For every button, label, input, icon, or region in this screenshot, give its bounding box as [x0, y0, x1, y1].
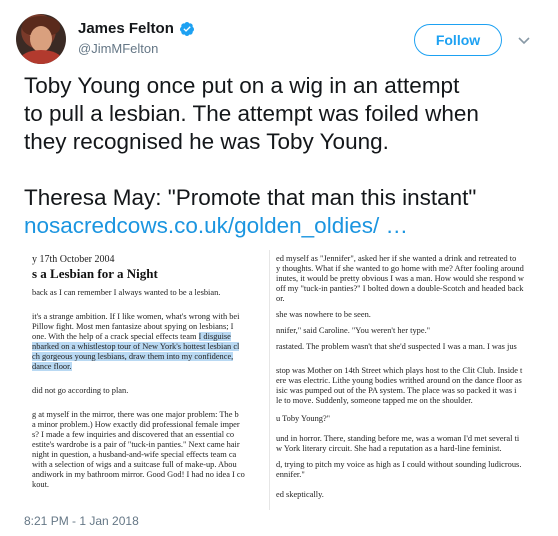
article-line: it's a strange ambition. If I like women…	[32, 312, 240, 321]
article-line: off my "tuck-in panties?" I bolted down …	[276, 284, 524, 293]
article-line: nbarked on a whistlestop tour of New Yor…	[32, 342, 240, 351]
article-line: she was nowhere to be seen.	[276, 310, 371, 319]
article-line: ed myself as "Jennifer", asked her if sh…	[276, 254, 517, 263]
author-handle[interactable]: @JimMFelton	[78, 41, 195, 56]
article-line: night in question, a husband-and-wife sp…	[32, 450, 237, 459]
article-line: w York literary circuit. She had a reput…	[276, 444, 502, 453]
article-line: dance floor.	[32, 362, 72, 371]
author-name-row[interactable]: James Felton	[78, 20, 195, 37]
article-line: a minor problem.) How exactly did profes…	[32, 420, 240, 429]
article-date: y 17th October 2004	[32, 254, 115, 265]
article-line: isic was pumped out of the PA system. Th…	[276, 386, 517, 395]
article-line: u Toby Young?"	[276, 414, 331, 423]
article-line: und in horror. There, standing before me…	[276, 434, 520, 443]
tweet-text: Toby Young once put on a wig in an attem…	[24, 72, 544, 240]
article-line: inutes, it would be pretty obvious I was…	[276, 274, 524, 283]
article-line: ed skeptically.	[276, 490, 324, 499]
tweet-line: Toby Young once put on a wig in an attem…	[24, 73, 460, 98]
article-line: nnifer," said Caroline. "You weren't her…	[276, 326, 431, 335]
article-line: g at myself in the mirror, there was one…	[32, 410, 239, 419]
follow-button[interactable]: Follow	[414, 24, 502, 56]
article-line: le to move. Suddenly, someone tapped me …	[276, 396, 473, 405]
article-image[interactable]: y 17th October 2004 s a Lesbian for a Ni…	[24, 250, 534, 510]
author-name[interactable]: James Felton	[78, 20, 174, 37]
tweet-header: James Felton @JimMFelton Follow	[16, 14, 542, 64]
article-line: d, trying to pitch my voice as high as I…	[276, 460, 522, 469]
article-line: did not go according to plan.	[32, 386, 129, 395]
article-line: stop was Mother on 14th Street which pla…	[276, 366, 523, 375]
tweet-line: to pull a lesbian. The attempt was foile…	[24, 101, 479, 126]
avatar[interactable]	[16, 14, 66, 64]
article-line: one. With the help of a crack special ef…	[32, 332, 231, 341]
article-right-column: ed myself as "Jennifer", asked her if sh…	[272, 250, 534, 510]
article-line: s? I made a few inquiries and discovered…	[32, 430, 235, 439]
article-line: or.	[276, 294, 285, 303]
article-line: andiwork in my bathroom mirror. Good God…	[32, 470, 245, 479]
verified-badge-icon	[179, 21, 194, 36]
article-line: back as I can remember I always wanted t…	[32, 288, 221, 297]
tweet-timestamp[interactable]: 8:21 PM - 1 Jan 2018	[24, 514, 139, 528]
article-line: rastated. The problem wasn't that she'd …	[276, 342, 517, 351]
article-line: kout.	[32, 480, 49, 489]
chevron-down-icon[interactable]	[516, 32, 532, 48]
article-line: y thoughts. What if she wanted to go hom…	[276, 264, 524, 273]
article-headline: s a Lesbian for a Night	[32, 266, 158, 281]
article-line: ch gorgeous young lesbians, draw them in…	[32, 352, 234, 361]
article-left-column: y 17th October 2004 s a Lesbian for a Ni…	[24, 250, 270, 510]
tweet-line: they recognised he was Toby Young.	[24, 129, 389, 154]
article-line: ere was electric. Lithe young bodies wri…	[276, 376, 522, 385]
author-block: James Felton @JimMFelton	[78, 20, 195, 56]
article-line: estite's wardrobe is a pair of "tuck-in …	[32, 440, 240, 449]
article-line: Pillow fight. Most men fantasize about s…	[32, 322, 234, 331]
article-line: with a selection of wigs and a suitcase …	[32, 460, 237, 469]
article-line: ennifer."	[276, 470, 305, 479]
tweet-line: Theresa May: "Promote that man this inst…	[24, 185, 477, 210]
tweet-link[interactable]: nosacredcows.co.uk/golden_oldies/ …	[24, 213, 408, 238]
